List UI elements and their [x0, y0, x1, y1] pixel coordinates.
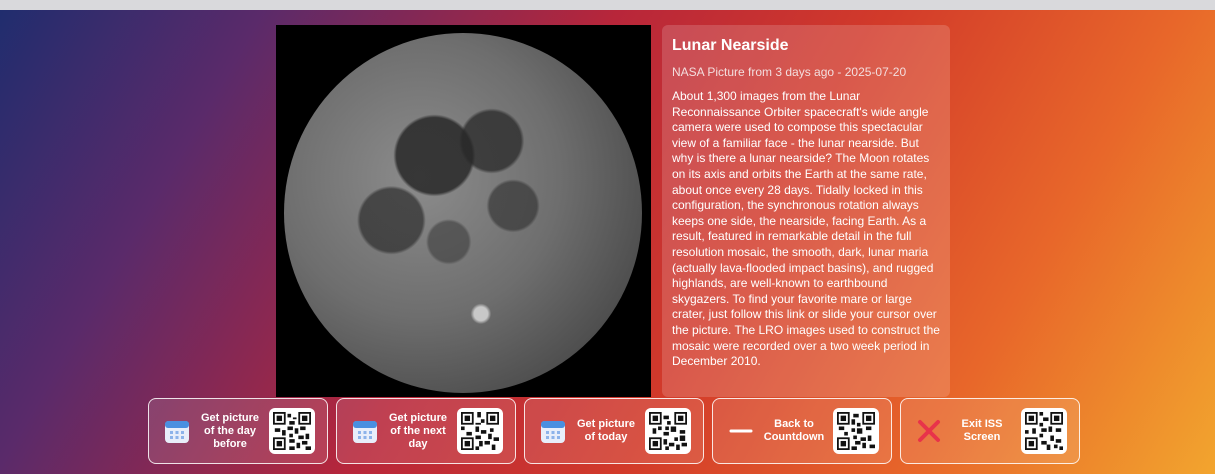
previous-day-label: Get picture of the day before — [200, 411, 260, 450]
qr-code — [645, 408, 691, 454]
back-to-countdown-label: Back to Countdown — [763, 418, 825, 443]
back-to-countdown-button[interactable]: Back to Countdown — [712, 398, 892, 464]
apod-subtitle: NASA Picture from 3 days ago - 2025-07-2… — [672, 65, 907, 79]
top-bar — [0, 0, 1215, 10]
apod-title: Lunar Nearside — [672, 37, 789, 54]
exit-iss-screen-label: Exit ISS Screen — [961, 418, 1003, 443]
next-day-button[interactable]: Get picture of the next day — [336, 398, 516, 464]
close-icon — [918, 420, 940, 442]
previous-day-button[interactable]: Get picture of the day before — [148, 398, 328, 464]
qr-code — [1021, 408, 1067, 454]
calendar-icon — [165, 421, 189, 443]
next-day-label: Get picture of the next day — [388, 411, 448, 450]
arrow-left-icon — [729, 429, 753, 433]
exit-iss-screen-button[interactable]: Exit ISS Screen — [900, 398, 1080, 464]
qr-code — [269, 408, 315, 454]
qr-code-icon — [461, 412, 499, 450]
today-label: Get picture of today — [576, 418, 636, 443]
qr-code — [457, 408, 503, 454]
calendar-icon — [541, 421, 565, 443]
apod-image[interactable] — [276, 25, 651, 397]
calendar-icon — [353, 421, 377, 443]
qr-code-icon — [273, 412, 311, 450]
qr-code — [833, 408, 879, 454]
button-row: Get picture of the day before Get pictur… — [148, 398, 1080, 466]
qr-code-icon — [837, 412, 875, 450]
qr-code-icon — [1025, 412, 1063, 450]
qr-code-icon — [649, 412, 687, 450]
moon-image — [284, 33, 642, 393]
apod-description: About 1,300 images from the Lunar Reconn… — [672, 89, 940, 369]
apod-info-panel: Lunar Nearside NASA Picture from 3 days … — [662, 25, 950, 397]
today-button[interactable]: Get picture of today — [524, 398, 704, 464]
